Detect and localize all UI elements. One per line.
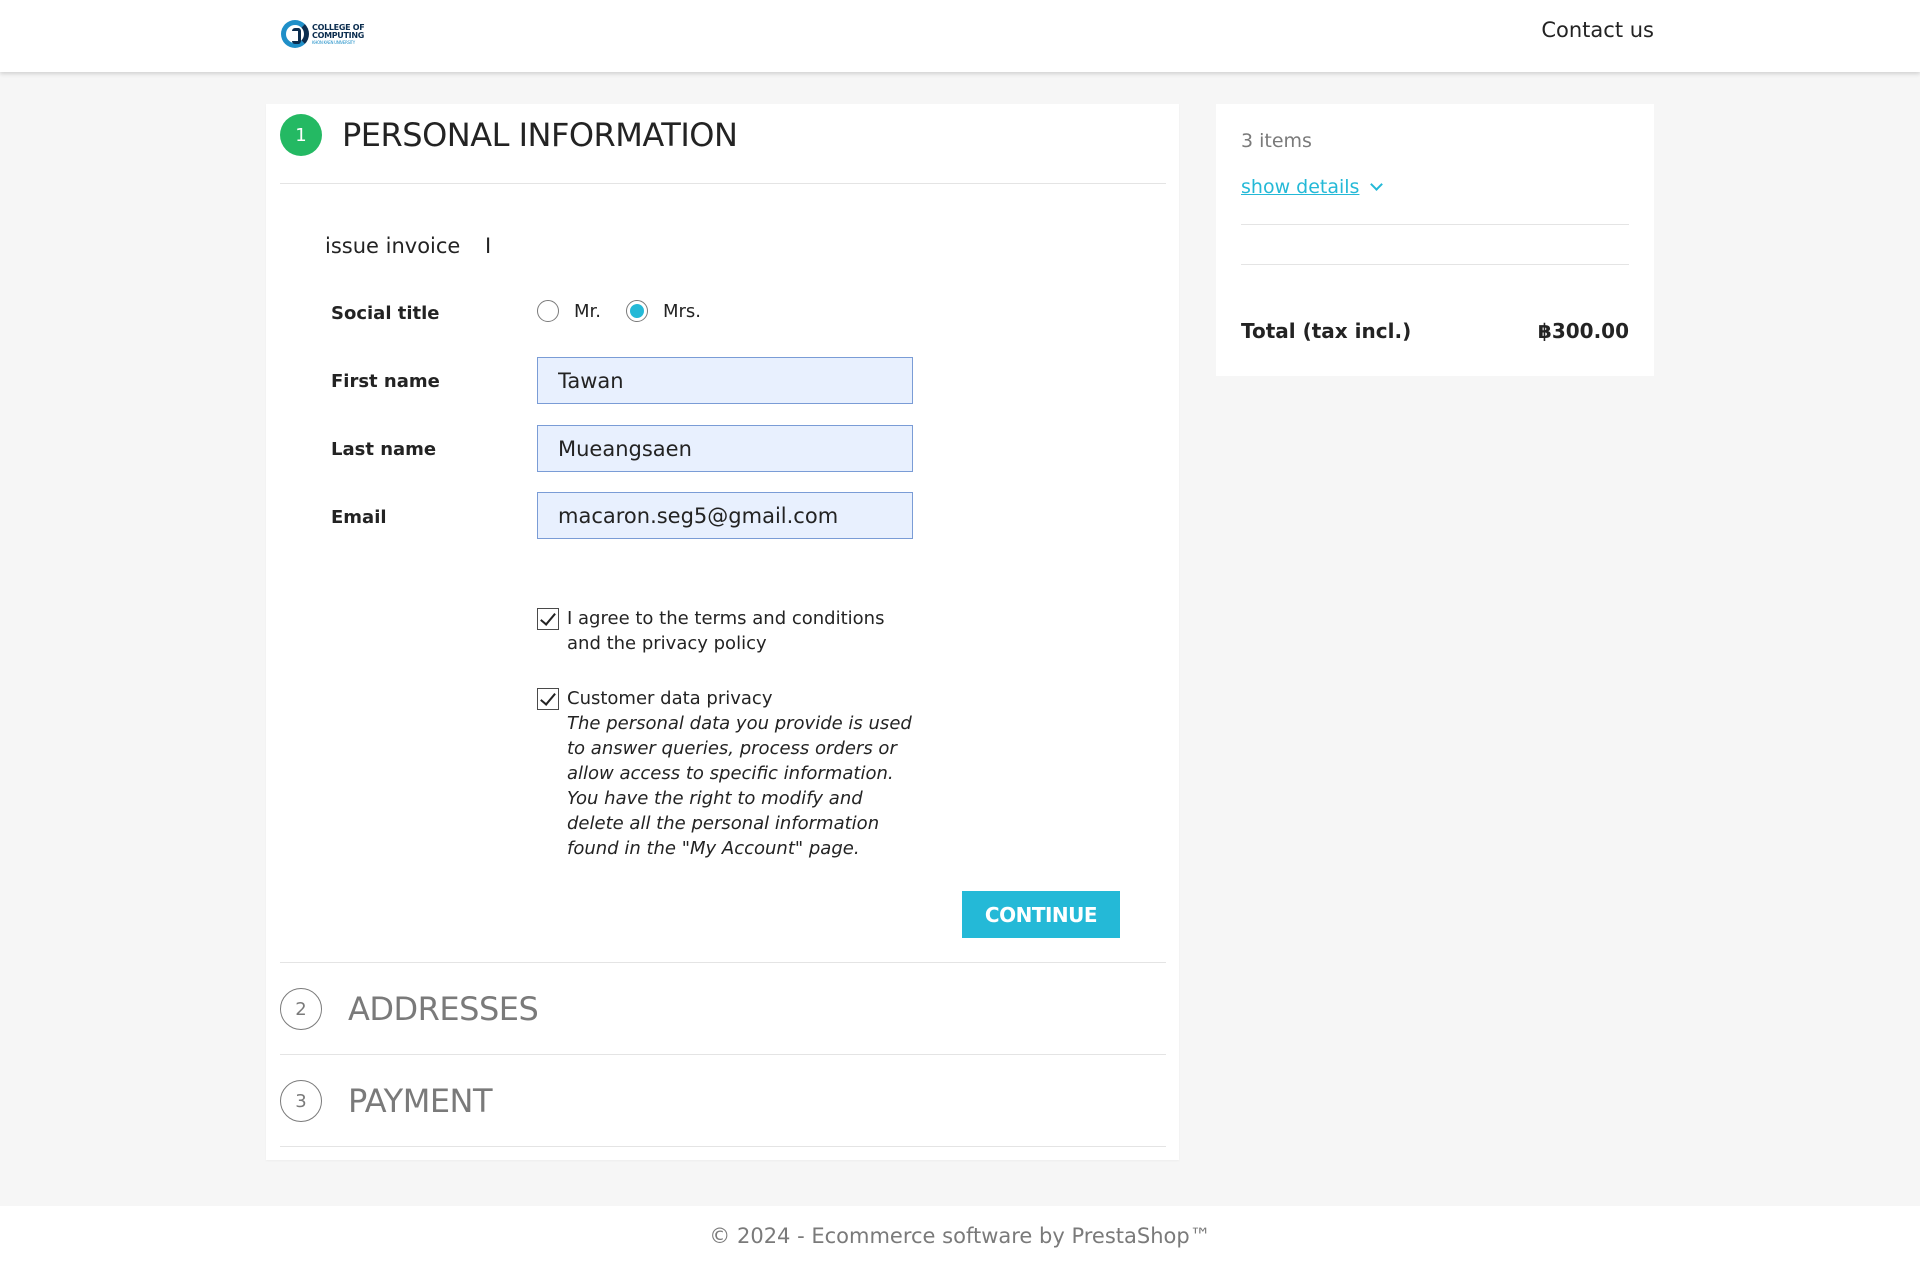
total-label: Total (tax incl.) bbox=[1241, 319, 1412, 343]
privacy-description: The personal data you provide is used to… bbox=[567, 713, 912, 859]
cart-summary: 3 items show details Total (tax incl.) ฿… bbox=[1216, 104, 1654, 376]
social-title-radio-group: Mr. Mrs. bbox=[537, 300, 726, 322]
college-logo[interactable]: COLLEGE OF COMPUTING KHON KAEN UNIVERSIT… bbox=[281, 18, 376, 50]
privacy-label[interactable]: Customer data privacy bbox=[567, 688, 772, 709]
first-name-field[interactable] bbox=[537, 357, 913, 404]
total-value: ฿300.00 bbox=[1537, 319, 1629, 343]
continue-button[interactable]: CONTINUE bbox=[962, 891, 1120, 938]
terms-label[interactable]: I agree to the terms and conditions and … bbox=[567, 606, 912, 656]
logo-icon bbox=[281, 20, 309, 48]
checkout-steps: 1 PERSONAL INFORMATION issue invoice I S… bbox=[266, 104, 1179, 1160]
step-title: PAYMENT bbox=[348, 1082, 493, 1120]
divider bbox=[280, 1146, 1166, 1147]
step-number-badge: 1 bbox=[280, 114, 322, 156]
step-personal-information: 1 PERSONAL INFORMATION bbox=[280, 114, 1166, 156]
chevron-down-icon bbox=[1370, 178, 1384, 191]
step-payment[interactable]: 3 PAYMENT bbox=[280, 1080, 1166, 1122]
last-name-label: Last name bbox=[331, 439, 437, 460]
privacy-checkbox[interactable] bbox=[537, 688, 559, 710]
divider bbox=[280, 962, 1166, 963]
divider bbox=[280, 183, 1166, 184]
radio-mr-label[interactable]: Mr. bbox=[574, 301, 601, 322]
prestashop-credit-link[interactable]: © 2024 - Ecommerce software by PrestaSho… bbox=[709, 1224, 1210, 1248]
divider bbox=[1241, 224, 1629, 225]
terms-checkbox-row: I agree to the terms and conditions and … bbox=[537, 606, 912, 656]
site-footer: © 2024 - Ecommerce software by PrestaSho… bbox=[0, 1206, 1920, 1268]
step-title: PERSONAL INFORMATION bbox=[342, 116, 738, 154]
radio-mrs-label[interactable]: Mrs. bbox=[663, 301, 701, 322]
radio-mrs[interactable] bbox=[626, 300, 648, 322]
radio-mr[interactable] bbox=[537, 300, 559, 322]
step-title: ADDRESSES bbox=[348, 990, 539, 1028]
email-label: Email bbox=[331, 507, 387, 528]
step-addresses[interactable]: 2 ADDRESSES bbox=[280, 988, 1166, 1030]
contact-us-link[interactable]: Contact us bbox=[1541, 18, 1654, 42]
show-details-link[interactable]: show details bbox=[1241, 176, 1384, 198]
issue-invoice-label: issue invoice bbox=[325, 234, 461, 258]
items-count: 3 items bbox=[1241, 130, 1312, 152]
step-number-badge: 3 bbox=[280, 1080, 322, 1122]
site-header: COLLEGE OF COMPUTING KHON KAEN UNIVERSIT… bbox=[0, 0, 1920, 72]
social-title-label: Social title bbox=[331, 303, 440, 324]
last-name-field[interactable] bbox=[537, 425, 913, 472]
divider bbox=[1241, 264, 1629, 265]
logo-line3: KHON KAEN UNIVERSITY bbox=[312, 39, 355, 45]
divider bbox=[280, 1054, 1166, 1055]
logo-line2: COMPUTING bbox=[312, 30, 364, 40]
email-field[interactable] bbox=[537, 492, 913, 539]
privacy-text: Customer data privacy The personal data … bbox=[567, 686, 912, 861]
show-details-label: show details bbox=[1241, 176, 1360, 198]
logo-text: COLLEGE OF COMPUTING KHON KAEN UNIVERSIT… bbox=[312, 23, 365, 45]
step-number-badge: 2 bbox=[280, 988, 322, 1030]
privacy-checkbox-row: Customer data privacy The personal data … bbox=[537, 686, 912, 861]
issue-invoice-toggle[interactable]: issue invoice I bbox=[325, 234, 491, 258]
terms-checkbox[interactable] bbox=[537, 608, 559, 630]
issue-invoice-marker: I bbox=[485, 234, 492, 258]
first-name-label: First name bbox=[331, 371, 440, 392]
